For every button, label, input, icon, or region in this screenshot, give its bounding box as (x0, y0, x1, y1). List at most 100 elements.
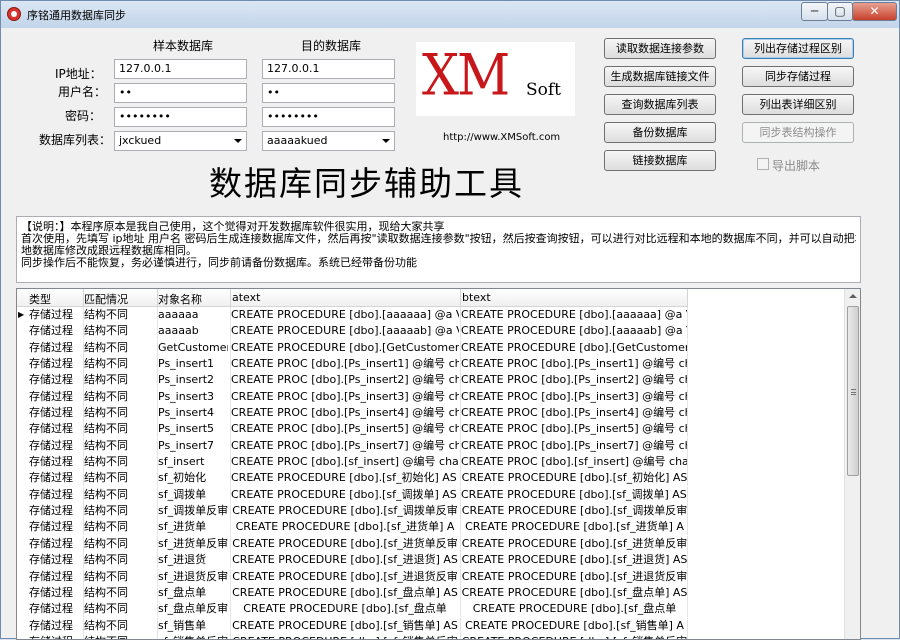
target-password-input[interactable]: •••••••• (262, 107, 395, 127)
cell-match[interactable]: 结构不同 (84, 519, 156, 535)
sync-table-button[interactable]: 同步表结构操作 (742, 122, 854, 143)
cell-match[interactable]: 结构不同 (84, 552, 156, 568)
cell-btext[interactable]: CREATE PROCEDURE [dbo].[sf_初始化] AS (461, 470, 688, 486)
table-row[interactable]: 存储过程 结构不同 Ps_insert3 CREATE PROC [dbo].[Ps_… (17, 388, 845, 405)
cell-atext[interactable]: CREATE PROCEDURE [dbo].[sf_进货单反审 (231, 536, 459, 552)
cell-object-name[interactable]: sf_销售单 (158, 618, 228, 634)
cell-atext[interactable]: CREATE PROCEDURE [dbo].[sf_初始化] AS be (231, 470, 459, 486)
current-row-indicator[interactable] (17, 569, 27, 585)
cell-atext[interactable]: CREATE PROCEDURE [dbo].[sf_盘点单 (231, 601, 459, 617)
cell-match[interactable]: 结构不同 (84, 405, 156, 421)
current-row-indicator[interactable] (17, 340, 27, 356)
cell-btext[interactable]: CREATE PROCEDURE [dbo].[sf_销售单] A (461, 618, 688, 634)
vertical-scrollbar[interactable] (844, 289, 860, 639)
current-row-indicator[interactable] (17, 389, 27, 405)
cell-btext[interactable]: CREATE PROCEDURE [dbo].[sf_销售单反审 (461, 634, 688, 639)
cell-type[interactable]: 存储过程 (29, 470, 83, 486)
cell-atext[interactable]: CREATE PROC [dbo].[Ps_insert5] @编号 char(… (231, 421, 459, 437)
cell-btext[interactable]: CREATE PROCEDURE [dbo].[sf_进退货] AS (461, 552, 688, 568)
export-script-checkbox[interactable] (757, 158, 769, 170)
cell-match[interactable]: 结构不同 (84, 503, 156, 519)
cell-match[interactable]: 结构不同 (84, 438, 156, 454)
cell-btext[interactable]: CREATE PROC [dbo].[sf_insert] @编号 char(2… (461, 454, 688, 470)
table-row[interactable]: 存储过程 结构不同 sf_初始化 CREATE PROCEDURE [dbo].[sf… (17, 470, 845, 487)
cell-type[interactable]: 存储过程 (29, 372, 83, 388)
table-row[interactable]: 存储过程 结构不同 sf_盘点单反审 CREATE PROCEDURE [dbo].[… (17, 601, 845, 618)
cell-object-name[interactable]: sf_调拨单 (158, 487, 228, 503)
cell-object-name[interactable]: aaaaab (158, 323, 228, 339)
cell-atext[interactable]: CREATE PROC [dbo].[Ps_insert4] @编号 char(… (231, 405, 459, 421)
current-row-indicator[interactable] (17, 487, 27, 503)
cell-type[interactable]: 存储过程 (29, 601, 83, 617)
current-row-indicator[interactable] (17, 585, 27, 601)
current-row-indicator[interactable] (17, 421, 27, 437)
link-db-button[interactable]: 链接数据库 (604, 150, 716, 171)
cell-match[interactable]: 结构不同 (84, 487, 156, 503)
cell-type[interactable]: 存储过程 (29, 569, 83, 585)
current-row-indicator[interactable] (17, 372, 27, 388)
cell-type[interactable]: 存储过程 (29, 323, 83, 339)
cell-atext[interactable]: CREATE PROC [dbo].[sf_insert] @编号 char(2… (231, 454, 459, 470)
table-row[interactable]: 存储过程 结构不同 sf_进退货反审 CREATE PROCEDURE [dbo].[… (17, 568, 845, 585)
cell-type[interactable]: 存储过程 (29, 454, 83, 470)
target-user-input[interactable]: •• (262, 83, 395, 103)
table-row[interactable]: 存储过程 结构不同 sf_调拨单 CREATE PROCEDURE [dbo].[sf… (17, 486, 845, 503)
current-row-indicator[interactable] (17, 618, 27, 634)
cell-match[interactable]: 结构不同 (84, 323, 156, 339)
current-row-indicator[interactable] (17, 405, 27, 421)
target-db-select[interactable]: aaaaakued (262, 131, 395, 151)
cell-atext[interactable]: CREATE PROCEDURE [dbo].[sf_销售单反审 (231, 634, 459, 639)
table-row[interactable]: 存储过程 结构不同 sf_进货单反审 CREATE PROCEDURE [dbo].[… (17, 535, 845, 552)
source-db-select[interactable]: jxckued (114, 131, 247, 151)
current-row-indicator[interactable] (17, 438, 27, 454)
cell-object-name[interactable]: GetCustomersBy (158, 340, 228, 356)
close-button[interactable]: ✕ (852, 2, 897, 21)
cell-object-name[interactable]: Ps_insert5 (158, 421, 228, 437)
cell-btext[interactable]: CREATE PROCEDURE [dbo].[sf_进货单反审 (461, 536, 688, 552)
cell-btext[interactable]: CREATE PROC [dbo].[Ps_insert5] @编号 char( (461, 421, 688, 437)
table-row[interactable]: 存储过程 结构不同 sf_进退货 CREATE PROCEDURE [dbo].[sf… (17, 552, 845, 569)
current-row-indicator[interactable] (17, 634, 27, 639)
list-table-diff-button[interactable]: 列出表详细区别 (742, 94, 854, 115)
list-proc-diff-button[interactable]: 列出存储过程区别 (742, 38, 854, 59)
cell-object-name[interactable]: sf_销售单反审 (158, 634, 228, 639)
cell-btext[interactable]: CREATE PROC [dbo].[Ps_insert1] @编号 char( (461, 356, 688, 372)
cell-type[interactable]: 存储过程 (29, 340, 83, 356)
title-bar[interactable]: 序铭通用数据库同步 ─ ▢ ✕ (1, 1, 899, 28)
source-user-input[interactable]: •• (114, 83, 247, 103)
cell-atext[interactable]: CREATE PROCEDURE [dbo].[sf_进货单] A (231, 519, 459, 535)
sync-proc-button[interactable]: 同步存储过程 (742, 66, 854, 87)
column-header-match[interactable]: 匹配情况 (84, 291, 128, 307)
cell-atext[interactable]: CREATE PROCEDURE [dbo].[sf_进退货反审 (231, 569, 459, 585)
cell-object-name[interactable]: sf_盘点单 (158, 585, 228, 601)
cell-match[interactable]: 结构不同 (84, 569, 156, 585)
cell-match[interactable]: 结构不同 (84, 601, 156, 617)
cell-object-name[interactable]: sf_进货单反审 (158, 536, 228, 552)
cell-type[interactable]: 存储过程 (29, 536, 83, 552)
cell-match[interactable]: 结构不同 (84, 421, 156, 437)
cell-object-name[interactable]: Ps_insert7 (158, 438, 228, 454)
cell-type[interactable]: 存储过程 (29, 552, 83, 568)
column-header-btext[interactable]: btext (462, 291, 491, 304)
cell-object-name[interactable]: Ps_insert1 (158, 356, 228, 372)
cell-object-name[interactable]: sf_调拨单反审 (158, 503, 228, 519)
cell-type[interactable]: 存储过程 (29, 307, 83, 323)
backup-db-button[interactable]: 备份数据库 (604, 122, 716, 143)
cell-type[interactable]: 存储过程 (29, 634, 83, 639)
current-row-indicator[interactable] (17, 519, 27, 535)
table-row[interactable]: 存储过程 结构不同 sf_调拨单反审 CREATE PROCEDURE [dbo].[… (17, 503, 845, 520)
current-row-indicator[interactable] (17, 503, 27, 519)
cell-match[interactable]: 结构不同 (84, 356, 156, 372)
cell-btext[interactable]: CREATE PROCEDURE [dbo].[aaaaab] @a VARC (461, 323, 688, 339)
cell-type[interactable]: 存储过程 (29, 438, 83, 454)
maximize-button[interactable]: ▢ (827, 2, 853, 21)
cell-object-name[interactable]: sf_进退货反审 (158, 569, 228, 585)
cell-btext[interactable]: CREATE PROC [dbo].[Ps_insert3] @编号 char( (461, 389, 688, 405)
cell-match[interactable]: 结构不同 (84, 536, 156, 552)
current-row-indicator[interactable] (17, 323, 27, 339)
current-row-indicator[interactable] (17, 601, 27, 617)
column-header-atext[interactable]: atext (232, 291, 260, 304)
table-row[interactable]: 存储过程 结构不同 sf_盘点单 CREATE PROCEDURE [dbo].[sf… (17, 584, 845, 601)
cell-match[interactable]: 结构不同 (84, 470, 156, 486)
cell-atext[interactable]: CREATE PROC [dbo].[Ps_insert7] @编号 char(… (231, 438, 459, 454)
